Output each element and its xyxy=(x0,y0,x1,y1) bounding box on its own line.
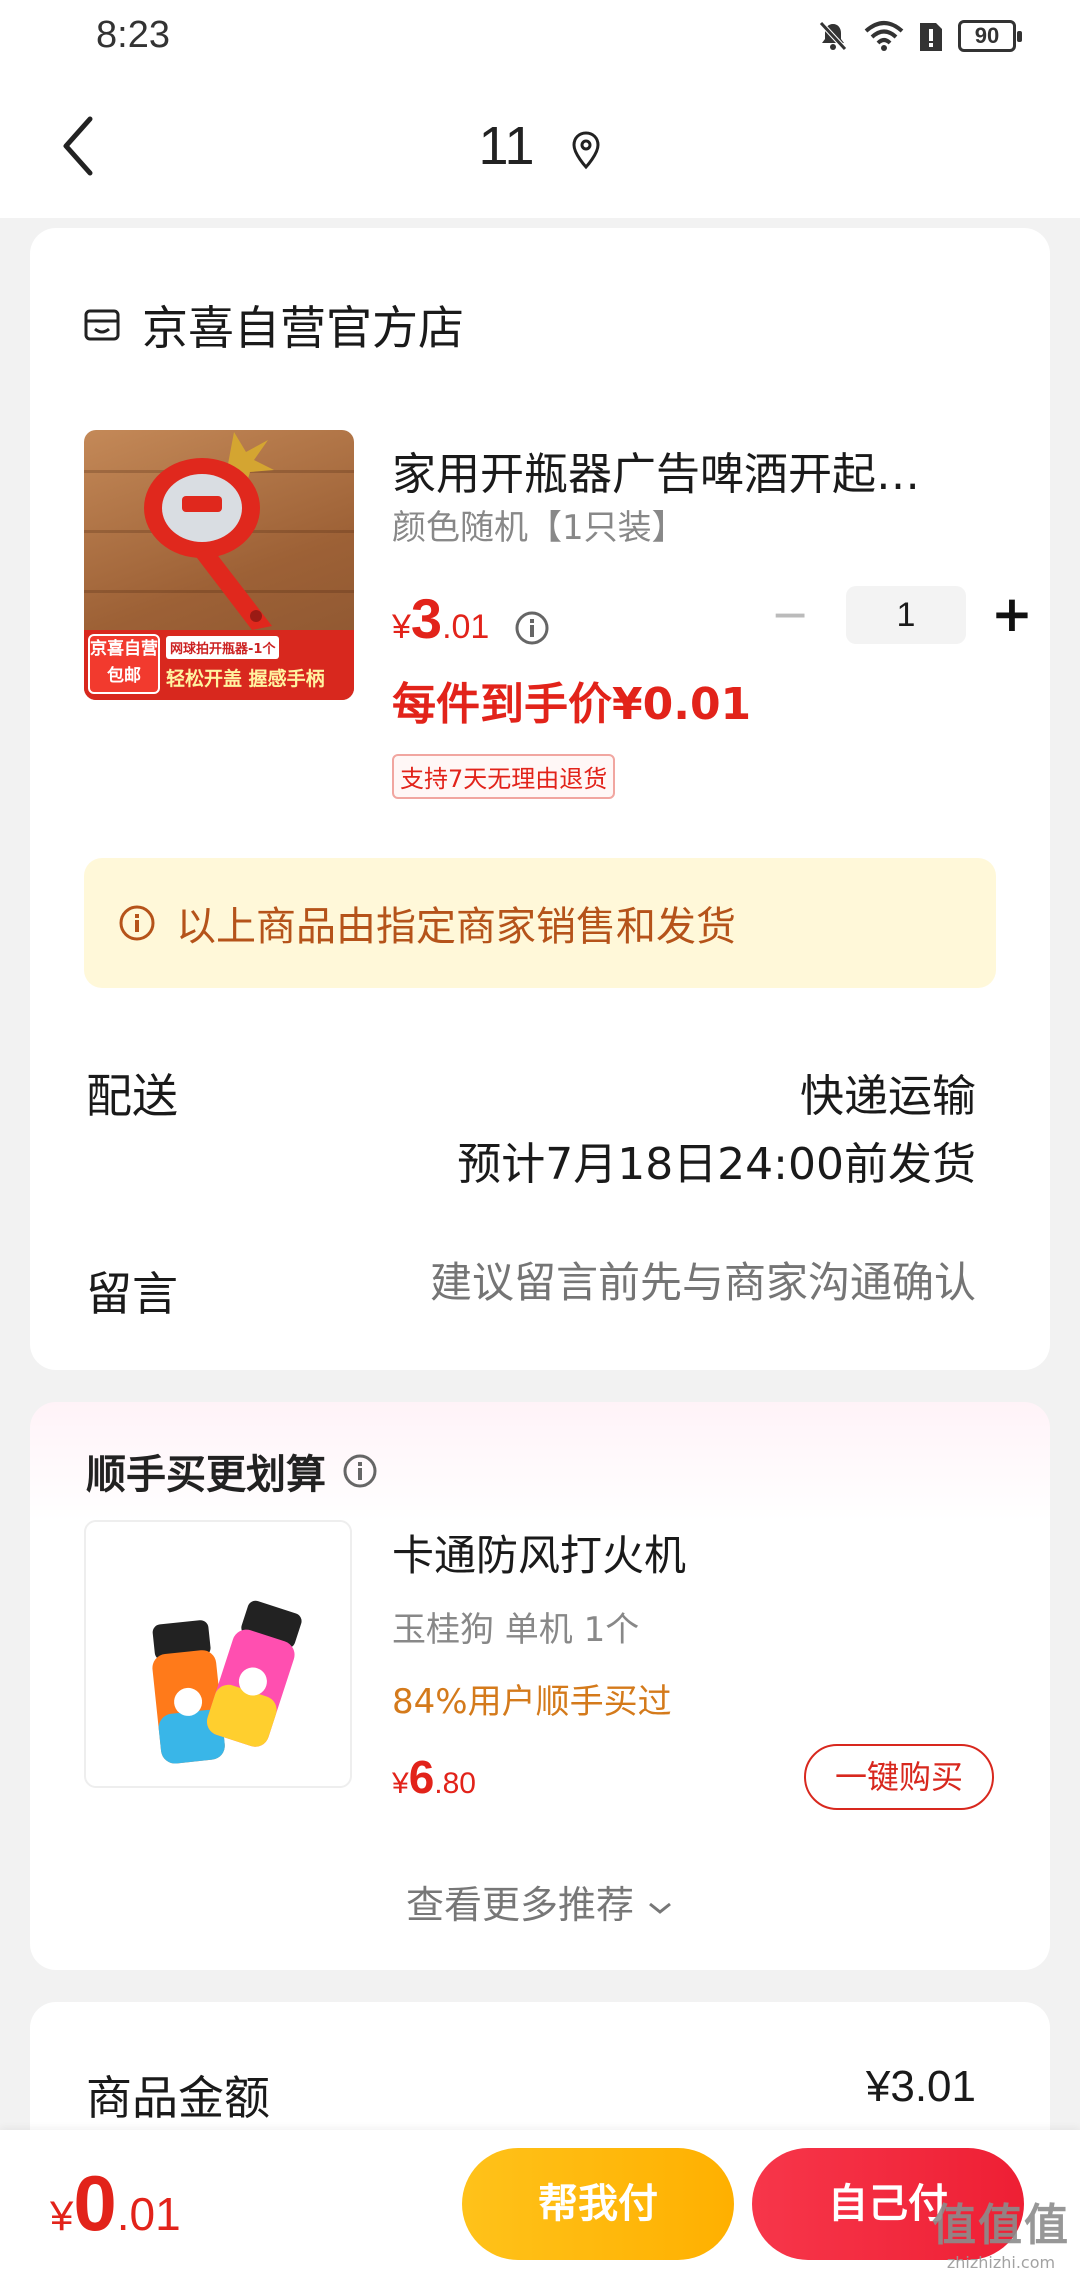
recommend-product-title[interactable]: 卡通防风打火机 xyxy=(392,1522,686,1583)
recommend-section-title: 顺手买更划算 xyxy=(86,1442,378,1500)
status-time: 8:23 xyxy=(96,14,170,56)
lighter-image xyxy=(152,1600,302,1764)
price-currency: ¥ xyxy=(392,608,411,646)
recommend-product-image[interactable] xyxy=(84,1520,352,1788)
sim-alert-icon xyxy=(920,23,942,51)
delivery-eta: 预计7月18日24:00前发货 xyxy=(457,1139,976,1190)
quantity-input[interactable]: 1 xyxy=(846,586,966,644)
delivery-label: 配送 xyxy=(86,1069,178,1123)
total-decimal: .01 xyxy=(116,2188,181,2240)
seller-notice-text: 以上商品由指定商家销售和发货 xyxy=(176,904,736,950)
product-title[interactable]: 家用开瓶器广告啤酒开起… xyxy=(392,438,992,502)
page-title: 11 xyxy=(478,116,535,176)
chevron-down-icon xyxy=(649,1902,671,1914)
increase-button[interactable]: + xyxy=(984,587,1040,643)
quantity-stepper: − 1 + xyxy=(762,586,1040,644)
product-image[interactable]: 京喜自营 包邮 网球拍开瓶器-1个 轻松开盖 握感手柄 xyxy=(84,430,354,700)
total-price: ¥0.01 xyxy=(50,2158,181,2249)
shop-name: 京喜自营官方店 xyxy=(142,301,464,355)
seller-notice: 以上商品由指定商家销售和发货 xyxy=(84,858,996,988)
shop-header[interactable]: 京喜自营官方店 xyxy=(82,292,464,358)
recommend-product-spec: 玉桂狗 单机 1个 xyxy=(392,1610,640,1650)
price-decimal: .01 xyxy=(442,608,490,646)
recommend-product-tip: 84%用户顺手买过 xyxy=(392,1682,672,1722)
product-price: ¥3.01 xyxy=(392,586,550,652)
wifi-icon xyxy=(864,21,904,51)
watermark: 值值值 zhizhizhi.com xyxy=(932,2189,1070,2272)
product-spec[interactable]: 颜色随机【1只装】 xyxy=(392,500,686,549)
final-price: 每件到手价¥0.01 xyxy=(392,679,752,730)
order-item-card: 京喜自营官方店 京喜自营 包邮 网球拍开瓶器-1个 轻松开盖 握感手柄 家用开瓶… xyxy=(30,228,1050,1370)
message-label: 留言 xyxy=(86,1267,178,1321)
product-image-small-label: 网球拍开瓶器-1个 xyxy=(166,636,280,659)
product-image-banner: 京喜自营 包邮 网球拍开瓶器-1个 轻松开盖 握感手柄 xyxy=(84,630,354,700)
goods-amount-label: 商品金额 xyxy=(86,2071,270,2125)
nav-bar: 11 xyxy=(0,75,1080,218)
total-currency: ¥ xyxy=(50,2192,74,2239)
watermark-url: zhizhizhi.com xyxy=(946,2253,1056,2272)
recommend-product-price: ¥6.80 xyxy=(392,1750,476,1804)
delivery-method[interactable]: 快递运输 xyxy=(800,1060,976,1124)
recommend-price-integer: 6 xyxy=(408,1751,435,1803)
location-pin-icon xyxy=(572,131,600,169)
recommend-price-currency: ¥ xyxy=(392,1767,409,1800)
goods-amount-value: ¥3.01 xyxy=(865,2062,976,2111)
battery-icon: 90 xyxy=(958,20,1022,52)
recommend-card: 顺手买更划算 卡通防风打火机 玉桂狗 单机 1个 84%用户顺手买过 ¥6.80… xyxy=(30,1402,1050,1970)
message-input[interactable] xyxy=(296,1258,976,1307)
price-info-icon[interactable] xyxy=(514,610,550,646)
more-recommend-label: 查看更多推荐 xyxy=(405,1883,634,1927)
one-click-buy-button[interactable]: 一键购买 xyxy=(804,1744,994,1810)
recommend-price-decimal: .80 xyxy=(434,1767,476,1800)
address-selector[interactable]: 11 xyxy=(0,115,1080,177)
checkout-bar: ¥0.01 帮我付 自己付 值值值 zhizhizhi.com xyxy=(0,2130,1080,2280)
return-policy-tag: 支持7天无理由退货 xyxy=(392,754,616,799)
status-icons: 90 xyxy=(816,16,1022,56)
info-icon xyxy=(119,905,155,941)
product-image-tagline: 轻松开盖 握感手柄 xyxy=(166,668,325,690)
bottle-opener-image xyxy=(144,432,274,630)
status-bar: 8:23 90 xyxy=(0,0,1080,75)
self-operated-badge: 京喜自营 包邮 xyxy=(88,634,160,694)
decrease-button[interactable]: − xyxy=(762,587,818,643)
more-recommend-link[interactable]: 查看更多推荐 xyxy=(30,1874,1050,1929)
help-pay-button[interactable]: 帮我付 xyxy=(462,2148,734,2260)
recommend-info-icon[interactable] xyxy=(342,1453,378,1489)
total-integer: 0 xyxy=(73,2159,117,2247)
recommend-title-text: 顺手买更划算 xyxy=(86,1452,326,1498)
watermark-logo: 值值值 xyxy=(932,2200,1070,2251)
store-icon xyxy=(84,309,120,341)
price-integer: 3 xyxy=(410,587,443,650)
mute-bell-icon xyxy=(819,21,847,51)
